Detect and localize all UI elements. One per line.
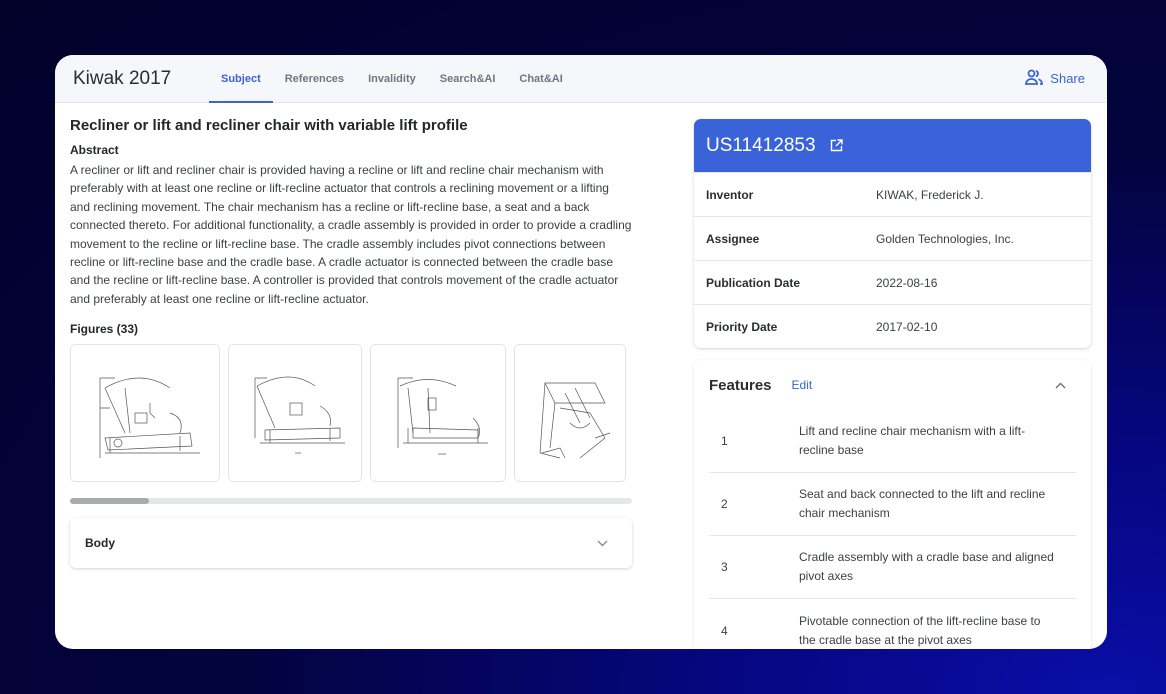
- meta-value: Golden Technologies, Inc.: [876, 231, 1014, 246]
- feature-text: Pivotable connection of the lift-recline…: [799, 613, 1041, 647]
- patent-drawing-icon: [254, 377, 345, 454]
- people-icon: [1025, 69, 1044, 88]
- meta-key: Publication Date: [706, 275, 801, 290]
- meta-row-publication-date: Publication Date 2022-08-16: [694, 260, 1091, 304]
- patent-drawing-icon: [99, 377, 200, 459]
- app-title: Kiwak 2017: [73, 67, 172, 89]
- abstract-heading: Abstract: [70, 143, 119, 157]
- figure-thumbnail[interactable]: [70, 344, 220, 483]
- tab-bar: Subject References Invalidity Search&AI …: [209, 55, 575, 103]
- body-heading: Body: [85, 536, 115, 551]
- feature-text: Cradle assembly with a cradle base and a…: [799, 550, 1054, 583]
- meta-key: Assignee: [706, 231, 760, 246]
- patent-number: US11412853: [706, 134, 816, 156]
- feature-item: 3 Cradle assembly with a cradle base and…: [709, 536, 1076, 599]
- top-bar: Kiwak 2017 Subject References Invalidity…: [55, 55, 1107, 103]
- feature-item: 4 Pivotable connection of the lift-recli…: [709, 599, 1076, 649]
- abstract-text: A recliner or lift and recliner chair is…: [70, 163, 632, 306]
- feature-number: 3: [721, 560, 728, 574]
- feature-text: Lift and recline chair mechanism with a …: [799, 424, 1026, 457]
- document-title: Recliner or lift and recliner chair with…: [70, 117, 468, 134]
- features-card: Features Edit 1 Lift and recline chair m…: [694, 360, 1091, 649]
- meta-key: Inventor: [706, 187, 754, 202]
- tab-references[interactable]: References: [273, 55, 356, 102]
- patent-drawing-icon: [397, 377, 488, 455]
- feature-number: 2: [721, 497, 728, 511]
- meta-row-priority-date: Priority Date 2017-02-10: [694, 304, 1091, 348]
- tab-chat-ai[interactable]: Chat&AI: [507, 55, 574, 102]
- figures-carousel: [70, 344, 632, 483]
- tab-search-ai[interactable]: Search&AI: [428, 55, 508, 102]
- document-panel: Recliner or lift and recliner chair with…: [70, 117, 632, 569]
- meta-value: KIWAK, Frederick J.: [876, 187, 984, 202]
- figures-heading: Figures (33): [70, 322, 139, 337]
- meta-key: Priority Date: [706, 319, 778, 334]
- tab-invalidity[interactable]: Invalidity: [356, 55, 428, 102]
- figures-scrollbar[interactable]: [70, 498, 632, 505]
- patent-info-card: US11412853 Inventor KIWAK, Frederick J. …: [694, 119, 1091, 348]
- features-header: Features Edit: [709, 360, 1076, 410]
- chevron-up-icon[interactable]: [1055, 376, 1066, 394]
- features-title: Features: [709, 376, 772, 394]
- meta-row-assignee: Assignee Golden Technologies, Inc.: [694, 216, 1091, 260]
- patent-drawing-icon: [539, 382, 611, 459]
- share-label: Share: [1050, 71, 1085, 86]
- feature-item: 1 Lift and recline chair mechanism with …: [709, 410, 1076, 473]
- feature-text: Seat and back connected to the lift and …: [799, 487, 1046, 520]
- figure-thumbnail[interactable]: [228, 344, 362, 483]
- app-window: Kiwak 2017 Subject References Invalidity…: [55, 55, 1107, 649]
- meta-row-inventor: Inventor KIWAK, Frederick J.: [694, 172, 1091, 216]
- share-button[interactable]: Share: [1025, 55, 1085, 102]
- scrollbar-thumb[interactable]: [70, 498, 149, 505]
- edit-features-button[interactable]: Edit: [792, 378, 813, 392]
- tab-subject[interactable]: Subject: [209, 55, 273, 103]
- feature-number: 1: [721, 434, 728, 448]
- meta-value: 2022-08-16: [876, 275, 938, 290]
- figure-thumbnail[interactable]: [514, 344, 626, 483]
- meta-value: 2017-02-10: [876, 319, 938, 334]
- patent-header: US11412853: [694, 119, 1091, 172]
- figure-thumbnail[interactable]: [370, 344, 506, 483]
- body-section-toggle[interactable]: Body: [70, 518, 632, 569]
- feature-number: 4: [721, 623, 728, 638]
- patent-panel: US11412853 Inventor KIWAK, Frederick J. …: [694, 119, 1091, 649]
- feature-item: 2 Seat and back connected to the lift an…: [709, 473, 1076, 536]
- chevron-down-icon: [597, 534, 608, 552]
- external-link-icon[interactable]: [830, 139, 843, 152]
